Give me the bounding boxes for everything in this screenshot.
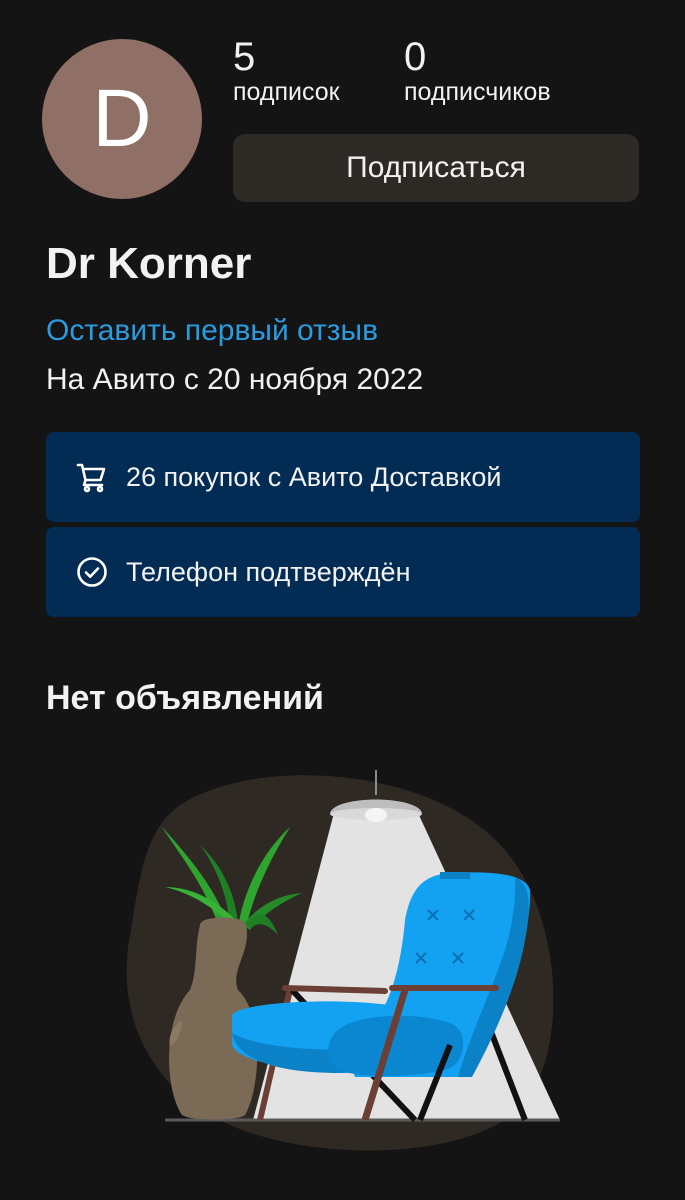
followers-label: подписчиков	[404, 78, 551, 106]
avatar-letter: D	[92, 73, 152, 164]
phone-verified-text: Телефон подтверждён	[126, 556, 411, 587]
subscriptions-label: подписок	[233, 78, 340, 106]
followers-stat[interactable]: 0 подписчиков	[404, 36, 551, 106]
profile-name: Dr Korner	[46, 239, 252, 288]
subscriptions-count: 5	[233, 35, 256, 79]
phone-verified-badge: Телефон подтверждён	[46, 527, 640, 617]
leave-review-link[interactable]: Оставить первый отзыв	[46, 312, 378, 350]
delivery-purchases-text: 26 покупок с Авито Доставкой	[126, 461, 502, 492]
empty-state-illustration	[120, 765, 570, 1155]
member-since: На Авито с 20 ноября 2022	[46, 363, 424, 396]
no-listings-title: Нет объявлений	[46, 679, 324, 717]
check-circle-icon	[76, 556, 108, 588]
delivery-purchases-badge: 26 покупок с Авито Доставкой	[46, 432, 640, 522]
subscriptions-stat[interactable]: 5 подписок	[233, 36, 340, 106]
follow-button[interactable]: Подписаться	[233, 134, 639, 202]
cart-icon	[76, 461, 108, 493]
followers-count: 0	[404, 35, 427, 79]
avatar[interactable]: D	[42, 39, 202, 199]
